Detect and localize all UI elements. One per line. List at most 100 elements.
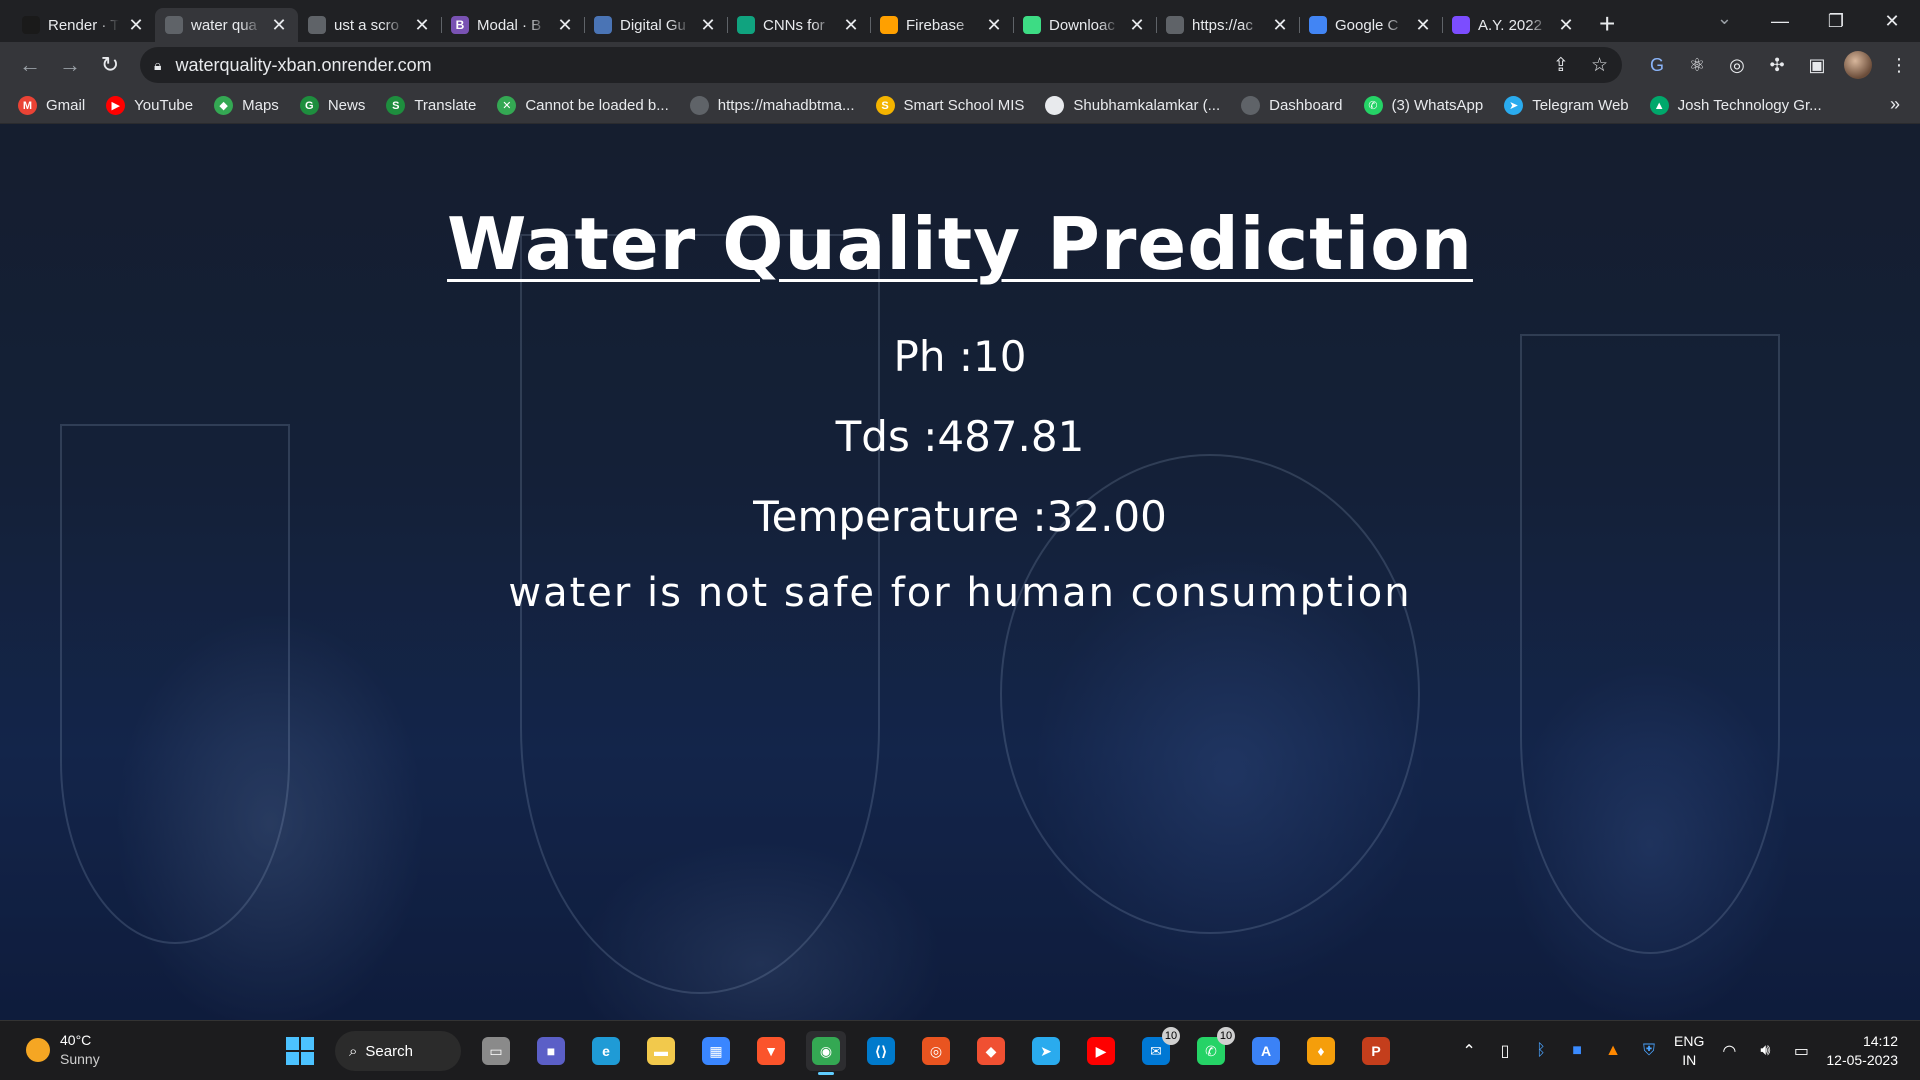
whatsapp-taskbar-button[interactable]: ✆ 10 [1191,1027,1235,1071]
browser-tab[interactable]: https://ac ✕ [1156,8,1299,42]
clock[interactable]: 14:12 12-05-2023 [1826,1032,1898,1070]
vpn-taskbar-button[interactable]: ♦ [1301,1031,1341,1071]
browser-tab[interactable]: CNNs for ✕ [727,8,870,42]
tab-strip: Render · T ✕ water qua ✕ ust a scro ✕ B Modal ·… [0,0,1920,42]
bookmark-item[interactable]: M Gmail [18,96,85,115]
vlc-tray-icon[interactable]: ▲ [1602,1042,1624,1060]
tab-close-icon[interactable]: ✕ [1271,15,1289,36]
bookmark-item[interactable]: ✆ (3) WhatsApp [1363,96,1483,115]
url-text[interactable]: waterquality-xban.onrender.com [175,55,1531,76]
minimize-icon[interactable]: — [1752,11,1808,32]
bookmark-item[interactable]: ✕ Cannot be loaded b... [497,96,669,115]
bookmark-star-icon[interactable]: ☆ [1591,54,1608,77]
youtube-taskbar-button[interactable]: ▶ [1081,1031,1121,1071]
brave-taskbar-button[interactable]: ▼ [751,1031,791,1071]
tab-close-icon[interactable]: ✕ [1128,15,1146,36]
browser-tab[interactable]: Google C ✕ [1299,8,1442,42]
tab-close-icon[interactable]: ✕ [842,15,860,36]
page-viewport: Water Quality Prediction Ph :10 Tds :487… [0,124,1920,1020]
usb-icon[interactable]: ▯ [1494,1041,1516,1061]
vscode-taskbar-button[interactable]: ⟨⟩ [861,1031,901,1071]
bookmark-item[interactable]: ➤ Telegram Web [1504,96,1629,115]
language-indicator[interactable]: ENG IN [1674,1032,1704,1070]
puzzle-icon[interactable]: ✣ [1764,52,1790,78]
bookmarks-bar: M Gmail ▶ YouTube ◆ Maps G News S Translate ✕ Canno… [0,88,1920,124]
chevron-up-icon[interactable]: ⌃ [1458,1041,1480,1061]
tab-favicon-icon [737,16,755,34]
bookmark-label: Josh Technology Gr... [1677,97,1822,114]
react-extension-icon[interactable]: ⚛ [1684,52,1710,78]
tab-close-icon[interactable]: ✕ [127,15,145,36]
tab-close-icon[interactable]: ✕ [699,15,717,36]
browser-tab[interactable]: A.Y. 2022 ✕ [1442,8,1585,42]
bookmark-item[interactable]: S Smart School MIS [875,96,1024,115]
sun-icon [26,1038,50,1062]
bookmark-icon [1241,96,1261,115]
tab-search-icon[interactable]: ⌄ [1717,8,1732,29]
browser-tab[interactable]: Digital Gu ✕ [584,8,727,42]
browser-tab[interactable]: water qua ✕ [155,8,298,42]
tab-close-icon[interactable]: ✕ [1414,15,1432,36]
tab-close-icon[interactable]: ✕ [413,15,431,36]
clock-date: 12-05-2023 [1826,1052,1898,1068]
weather-widget[interactable]: 40°C Sunny [26,1031,100,1069]
new-tab-icon[interactable]: + [1599,8,1615,40]
bookmark-icon: S [386,96,406,115]
reload-icon[interactable]: ↻ [90,47,130,83]
app-tray-icon[interactable]: ■ [1566,1042,1588,1060]
record-extension-icon[interactable]: ◎ [1724,52,1750,78]
browser-tab[interactable]: ust a scro ✕ [298,8,441,42]
tab-favicon-icon [165,16,183,34]
bookmark-item[interactable]: ▲ Josh Technology Gr... [1649,96,1822,115]
browser-tab[interactable]: Downloac ✕ [1013,8,1156,42]
tab-close-icon[interactable]: ✕ [270,15,288,36]
app-a-taskbar-button[interactable]: A [1246,1031,1286,1071]
side-panel-icon[interactable]: ▣ [1804,52,1830,78]
bookmark-item[interactable]: G News [299,96,365,115]
forward-icon[interactable]: → [50,47,90,83]
back-icon[interactable]: ← [10,47,50,83]
teams-taskbar-button[interactable]: ■ [531,1031,571,1071]
mail-taskbar-button[interactable]: ✉ 10 [1136,1027,1180,1071]
start-button[interactable] [280,1031,320,1071]
security-icon[interactable]: ⛨ [1638,1042,1660,1060]
tab-close-icon[interactable]: ✕ [1557,15,1575,36]
translate-extension-icon[interactable]: G [1644,52,1670,78]
close-window-icon[interactable]: ✕ [1864,11,1920,32]
tab-close-icon[interactable]: ✕ [985,15,1003,36]
wifi-icon[interactable]: ◠ [1718,1041,1740,1061]
browser-tab[interactable]: Firebase ✕ [870,8,1013,42]
telegram-taskbar-button[interactable]: ➤ [1026,1031,1066,1071]
bookmark-item[interactable]: ▶ YouTube [106,96,193,115]
taskbar-search[interactable]: ⌕ Search [335,1031,461,1071]
share-icon[interactable]: ⇪ [1553,54,1569,77]
task-view-taskbar-button[interactable]: ▭ [476,1031,516,1071]
store-taskbar-button[interactable]: ▦ [696,1031,736,1071]
bookmark-item[interactable]: S Translate [386,96,476,115]
file-explorer-taskbar-button[interactable]: ▬ [641,1031,681,1071]
restore-icon[interactable]: ❐ [1808,11,1864,32]
browser-tab[interactable]: Render · T ✕ [12,8,155,42]
ubuntu-taskbar-button[interactable]: ◎ [916,1031,956,1071]
more-bookmarks-icon[interactable]: » [1890,94,1900,115]
address-bar[interactable]: 🔒︎ waterquality-xban.onrender.com ⇪ ☆ [140,47,1622,83]
chrome-taskbar-button[interactable]: ◉ [806,1031,846,1075]
browser-tab[interactable]: B Modal · B ✕ [441,8,584,42]
tab-title: Firebase [906,16,965,34]
bookmark-item[interactable]: ◆ Maps [214,96,279,115]
git-taskbar-button[interactable]: ◆ [971,1031,1011,1071]
powerpoint-taskbar-button[interactable]: P [1356,1031,1396,1071]
tab-title: ust a scro [334,16,400,34]
bluetooth-icon[interactable]: ᛒ [1530,1042,1552,1060]
tab-favicon-icon [1166,16,1184,34]
bookmark-item[interactable]: Dashboard [1241,96,1343,115]
tab-close-icon[interactable]: ✕ [556,15,574,36]
profile-avatar[interactable] [1844,51,1872,79]
battery-icon[interactable]: ▭ [1790,1041,1812,1061]
lock-icon[interactable]: 🔒︎ [154,57,161,74]
bookmark-item[interactable]: https://mahadbtma... [689,96,855,115]
kebab-menu-icon[interactable]: ⋮ [1886,52,1912,78]
edge-taskbar-button[interactable]: e [586,1031,626,1071]
volume-icon[interactable]: 🔊︎ [1754,1042,1776,1060]
bookmark-item[interactable]: Shubhamkalamkar (... [1045,96,1220,115]
